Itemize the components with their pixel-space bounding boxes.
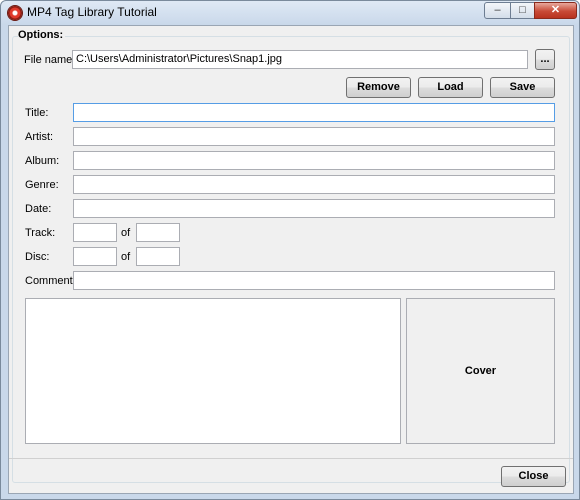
load-button[interactable]: Load xyxy=(418,77,483,98)
text-area[interactable] xyxy=(25,298,401,444)
maximize-button[interactable]: □ xyxy=(510,2,535,19)
disc-label: Disc: xyxy=(25,251,50,263)
title-label: Title: xyxy=(25,107,49,119)
comment-field[interactable] xyxy=(73,271,555,290)
disc-total-field[interactable] xyxy=(136,247,180,266)
title-bar[interactable]: MP4 Tag Library Tutorial – □ ✕ xyxy=(1,1,579,25)
track-field[interactable] xyxy=(73,223,117,242)
comment-label: Comment: xyxy=(25,275,76,287)
track-label: Track: xyxy=(25,227,56,239)
track-of-label: of xyxy=(121,227,131,239)
close-button[interactable]: Close xyxy=(501,466,566,487)
genre-label: Genre: xyxy=(25,179,59,191)
genre-field[interactable] xyxy=(73,175,555,194)
main-window: MP4 Tag Library Tutorial – □ ✕ Options: … xyxy=(0,0,580,500)
date-label: Date: xyxy=(25,203,52,215)
footer-divider xyxy=(9,458,573,459)
close-window-button[interactable]: ✕ xyxy=(534,2,577,19)
options-group-label: Options: xyxy=(18,29,66,41)
cover-panel[interactable]: Cover xyxy=(406,298,555,444)
app-icon xyxy=(8,6,22,20)
window-title: MP4 Tag Library Tutorial xyxy=(27,5,157,19)
browse-button[interactable]: ... xyxy=(535,49,555,70)
date-field[interactable] xyxy=(73,199,555,218)
file-name-label: File name: xyxy=(24,54,76,66)
minimize-button[interactable]: – xyxy=(484,2,511,19)
album-label: Album: xyxy=(25,155,60,167)
artist-label: Artist: xyxy=(25,131,54,143)
album-field[interactable] xyxy=(73,151,555,170)
client-area: Options: File name: C:\Users\Administrat… xyxy=(8,25,574,494)
title-field[interactable] xyxy=(73,103,555,122)
track-total-field[interactable] xyxy=(136,223,180,242)
file-name-field[interactable]: C:\Users\Administrator\Pictures\Snap1.jp… xyxy=(72,50,528,69)
disc-field[interactable] xyxy=(73,247,117,266)
save-button[interactable]: Save xyxy=(490,77,555,98)
disc-of-label: of xyxy=(121,251,131,263)
remove-button[interactable]: Remove xyxy=(346,77,411,98)
artist-field[interactable] xyxy=(73,127,555,146)
